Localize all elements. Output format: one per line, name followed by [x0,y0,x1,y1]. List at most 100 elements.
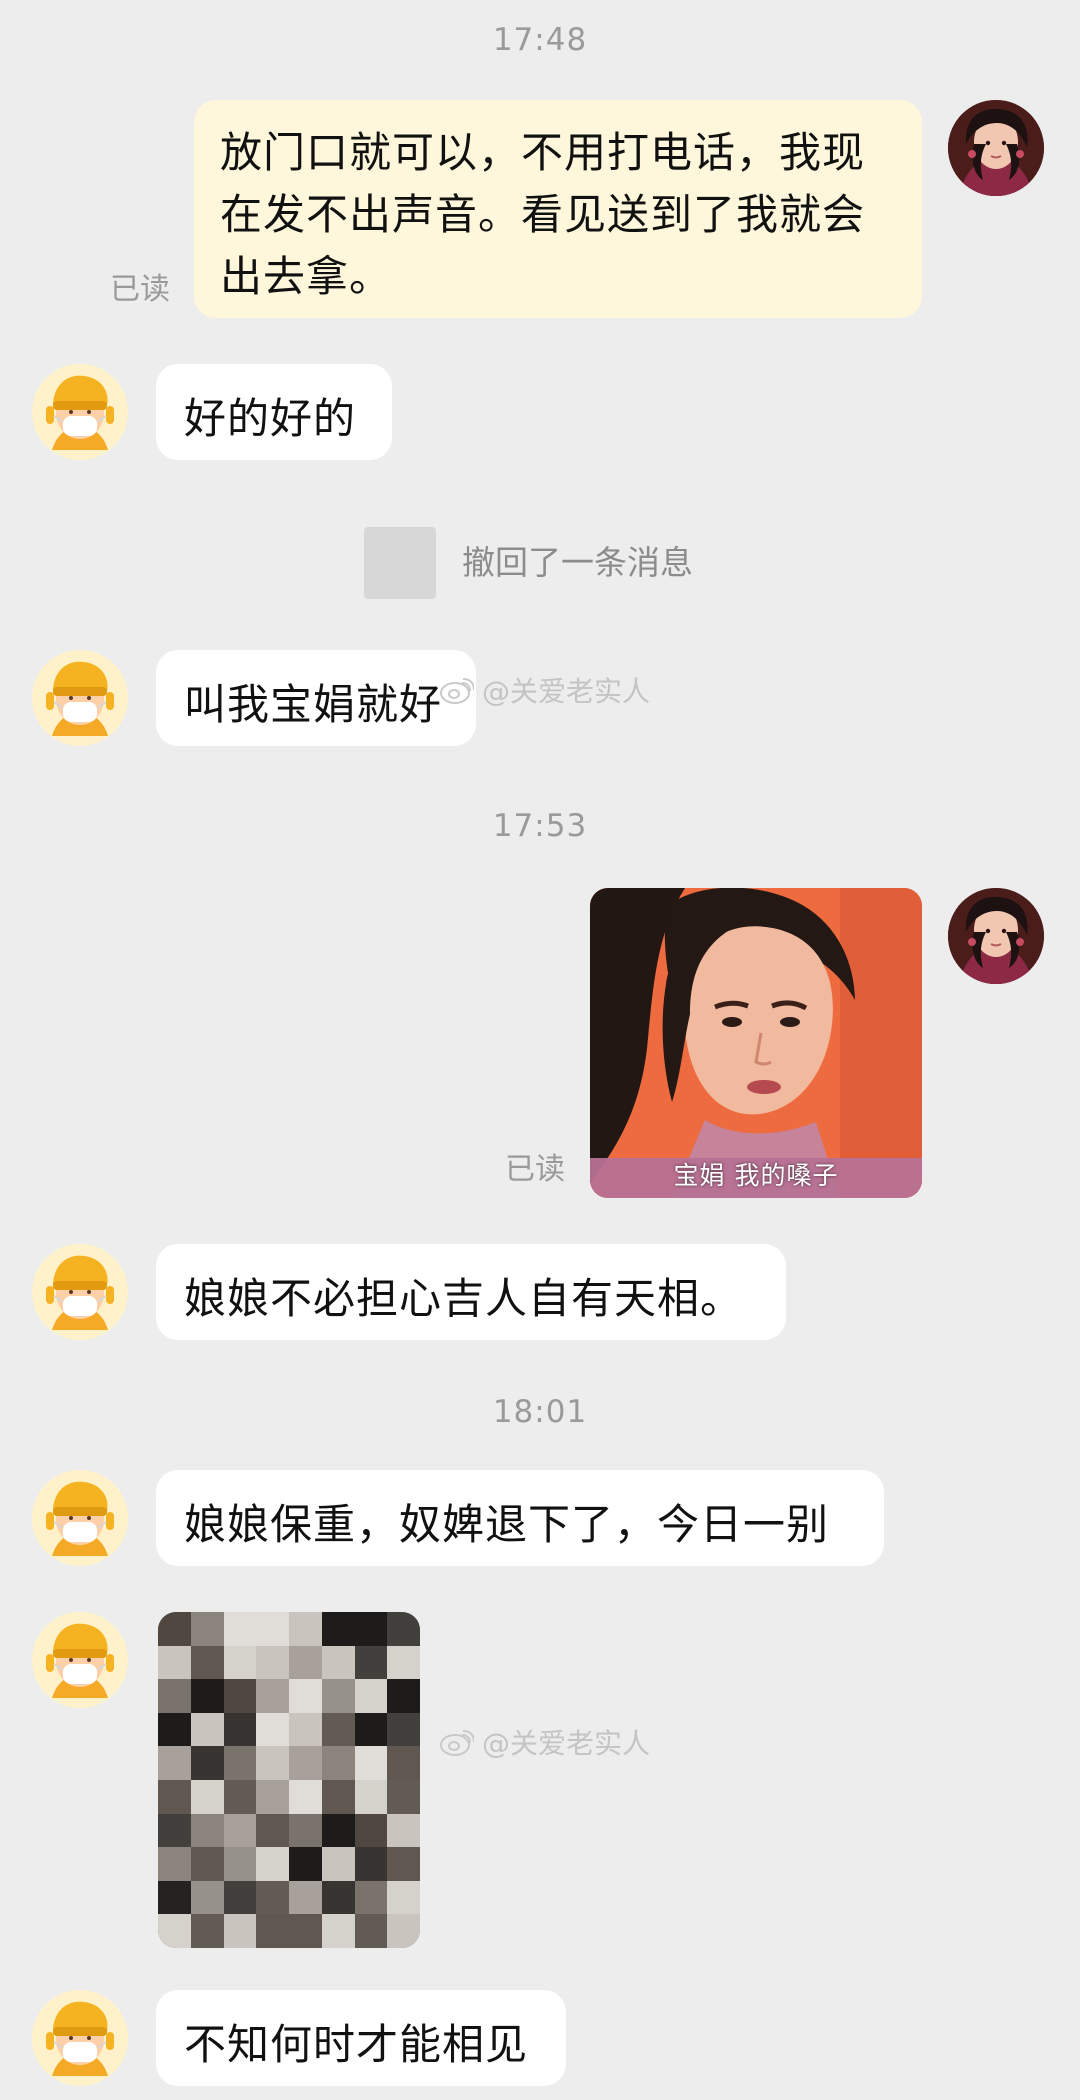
sticker-caption: 宝娟 我的嗓子 [673,1161,839,1190]
courier-avatar[interactable] [32,1244,128,1340]
mosaic-pixel [354,1813,388,1848]
mosaic-pixel [387,1847,420,1881]
mosaic-pixel [158,1914,191,1948]
mosaic-pixel [190,1880,224,1915]
mosaic-pixel [256,1779,289,1814]
mosaic-pixel [354,1612,388,1646]
mosaic-pixel [354,1880,388,1915]
incoming-message-bubble[interactable]: 娘娘保重，奴婢退下了，今日一别 [156,1470,884,1566]
mosaic-pixel [256,1847,289,1881]
mosaic-pixel [190,1914,224,1948]
mosaic-pixel [223,1813,257,1848]
mosaic-pixel [223,1746,257,1780]
mosaic-pixel [158,1712,191,1747]
mosaic-pixel [321,1813,355,1848]
mosaic-pixel [190,1746,224,1780]
outgoing-message-bubble[interactable]: 放门口就可以，不用打电话，我现在发不出声音。看见送到了我就会出去拿。 [194,100,922,318]
mosaic-pixel [223,1679,257,1713]
chat-screen: 17:48 已读 放门口就可以，不用打电话，我现在发不出声音。看见送到了我就会出… [0,0,1080,2100]
mosaic-pixel [321,1645,355,1680]
mosaic-pixel [289,1645,322,1680]
timestamp: 17:48 [492,22,588,58]
courier-with-mask-icon [32,364,128,460]
mosaic-pixel [190,1847,224,1881]
read-receipt: 已读 [110,272,170,307]
courier-avatar[interactable] [32,1990,128,2086]
mosaic-pixel [190,1645,224,1680]
timestamp: 17:53 [492,808,588,844]
timestamp: 18:01 [492,1394,588,1430]
mosaic-pixel [158,1645,191,1680]
mosaic-pixel [387,1612,420,1646]
incoming-image-message[interactable] [128,1598,442,1958]
mosaic-pixel [223,1645,257,1680]
courier-avatar[interactable] [32,1470,128,1566]
recall-notice: 撤回了一条消息 [364,526,693,600]
watermark-text: @关爱老实人 [482,1727,651,1760]
mosaic-pixel [223,1880,257,1915]
mosaic-pixel [321,1679,355,1713]
courier-avatar[interactable] [32,650,128,746]
mosaic-pixel [289,1612,322,1646]
mosaic-pixel [256,1612,289,1646]
mosaic-pixel [289,1779,322,1814]
mosaic-pixel [321,1914,355,1948]
mosaic-pixel [158,1679,191,1713]
mosaic-pixel [289,1813,322,1848]
mosaic-pixel [354,1847,388,1881]
mosaic-pixel [223,1712,257,1747]
mosaic-pixel [387,1779,420,1814]
mosaic-pixel [158,1813,191,1848]
mosaic-pixel [321,1746,355,1780]
woman-portrait-icon [948,888,1044,984]
mosaic-pixel [387,1880,420,1915]
incoming-message-bubble[interactable]: 叫我宝娟就好 [156,650,476,746]
courier-with-mask-icon [32,1612,128,1708]
mosaic-pixel [223,1847,257,1881]
mosaic-pixel [387,1813,420,1848]
courier-avatar[interactable] [32,1612,128,1708]
weibo-icon [440,1730,474,1756]
recall-text: 撤回了一条消息 [462,543,693,582]
user-avatar[interactable] [948,888,1044,984]
courier-avatar[interactable] [32,364,128,460]
mosaic-pixel [158,1612,191,1646]
mosaic-pixel [256,1746,289,1780]
mosaic-pixel [289,1679,322,1713]
mosaic-pixel [256,1914,289,1948]
woman-portrait-icon [948,100,1044,196]
mosaic-pixel [190,1779,224,1814]
weibo-icon [440,678,474,704]
mosaic-pixel [387,1746,420,1780]
mosaic-pixel [158,1847,191,1881]
incoming-message-bubble[interactable]: 不知何时才能相见 [156,1990,566,2086]
courier-with-mask-icon [32,650,128,746]
mosaic-pixel [223,1914,257,1948]
mosaic-pixel [354,1746,388,1780]
mosaic-pixel [190,1679,224,1713]
mosaic-pixel [256,1813,289,1848]
mosaic-pixel [321,1612,355,1646]
recalled-message-placeholder [364,527,436,599]
mosaic-pixel [289,1914,322,1948]
mosaic-pixel [387,1712,420,1747]
mosaic-pixel [321,1847,355,1881]
mosaic-pixel [289,1746,322,1780]
outgoing-sticker-image[interactable]: 宝娟 我的嗓子 [590,888,922,1198]
mosaic-pixel [354,1645,388,1680]
incoming-message-bubble[interactable]: 好的好的 [156,364,392,460]
mosaic-pixel [387,1914,420,1948]
mosaic-pixel [190,1612,224,1646]
blurred-image[interactable] [158,1612,420,1948]
mosaic-pixel [190,1712,224,1747]
incoming-message-bubble[interactable]: 娘娘不必担心吉人自有天相。 [156,1244,786,1340]
mosaic-pixel [354,1914,388,1948]
mosaic-pixel [158,1779,191,1814]
watermark-text: @关爱老实人 [482,675,651,708]
mosaic-pixel [256,1645,289,1680]
read-receipt: 已读 [505,1152,565,1187]
user-avatar[interactable] [948,100,1044,196]
mosaic-pixel [158,1746,191,1780]
mosaic-pixel [321,1880,355,1915]
mosaic-pixel [321,1712,355,1747]
